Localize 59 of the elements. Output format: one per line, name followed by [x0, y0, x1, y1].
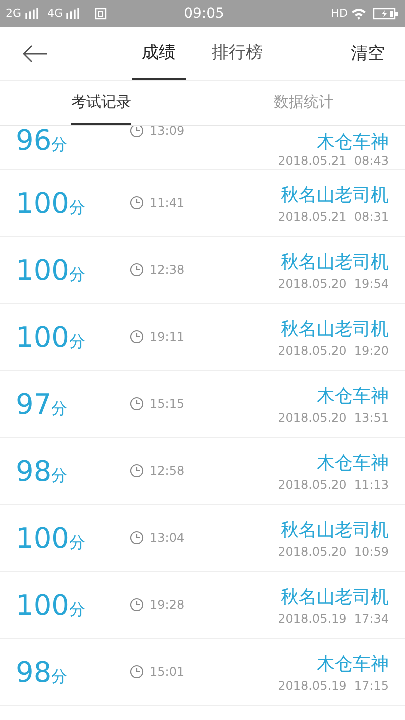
- score-value: 100分: [16, 254, 86, 286]
- record-datetime: 2018.05.20 11:13: [278, 478, 389, 492]
- player-name: 木仓车神: [317, 652, 389, 676]
- score-value: 97分: [16, 388, 69, 420]
- record-datetime: 2018.05.19 17:34: [278, 612, 389, 626]
- duration-text: 13:04: [150, 531, 185, 545]
- score-value: 100分: [16, 588, 86, 622]
- clock-time: 09:05: [184, 6, 224, 22]
- duration-text: 13:09: [150, 126, 185, 138]
- clock-icon: [130, 464, 144, 478]
- clock-icon: [130, 598, 144, 612]
- clock-icon: [130, 531, 144, 545]
- record-datetime: 2018.05.21 08:43: [278, 154, 389, 168]
- record-datetime: 2018.05.20 10:59: [278, 544, 389, 558]
- wifi-icon: [351, 8, 367, 20]
- player-name: 秋名山老司机: [281, 518, 389, 542]
- header-tab[interactable]: 排行榜: [202, 27, 273, 80]
- duration-text: 19:28: [150, 598, 185, 612]
- duration-text: 19:11: [150, 330, 185, 344]
- duration-text: 12:38: [150, 263, 185, 277]
- score-value: 98分: [16, 656, 69, 688]
- network-label: 2G: [6, 7, 22, 20]
- score-value: 100分: [16, 320, 86, 354]
- duration-text: 11:41: [150, 196, 185, 210]
- back-arrow-icon: [22, 44, 48, 64]
- player-name: 秋名山老司机: [281, 250, 389, 274]
- record-datetime: 2018.05.20 19:20: [278, 344, 389, 358]
- clock-icon: [130, 126, 144, 138]
- score-value: 100分: [16, 186, 86, 220]
- duration-text: 15:01: [150, 665, 185, 679]
- player-name: 秋名山老司机: [281, 586, 389, 608]
- clear-button[interactable]: 清空: [331, 34, 405, 74]
- record-datetime: 2018.05.21 08:31: [278, 210, 389, 224]
- clock-icon: [130, 263, 144, 277]
- record-datetime: 2018.05.19 17:15: [278, 678, 389, 692]
- network-label: 4G: [48, 7, 64, 20]
- header-tab[interactable]: 成绩: [132, 27, 186, 80]
- signal-icon: [66, 8, 82, 19]
- signal-icon: [24, 8, 41, 19]
- record-datetime: 2018.05.20 19:54: [278, 276, 389, 290]
- player-name: 木仓车神: [317, 133, 389, 153]
- player-name: 木仓车神: [317, 384, 389, 408]
- duration-text: 12:58: [150, 464, 185, 478]
- score-value: 100分: [16, 522, 86, 554]
- score-value: 96分: [16, 126, 69, 157]
- score-value: 98分: [16, 454, 69, 488]
- clock-icon: [130, 196, 144, 210]
- duration-text: 15:15: [150, 397, 185, 411]
- clock-icon: [130, 397, 144, 411]
- record-datetime: 2018.05.20 13:51: [278, 410, 389, 424]
- player-name: 秋名山老司机: [281, 318, 389, 340]
- battery-icon: [373, 8, 399, 20]
- clock-icon: [130, 330, 144, 344]
- sub-tab[interactable]: 考试记录: [71, 81, 132, 125]
- hd-label: HD: [331, 7, 348, 20]
- player-name: 秋名山老司机: [281, 184, 389, 206]
- sim-icon: [95, 8, 108, 20]
- clock-icon: [130, 665, 144, 679]
- player-name: 木仓车神: [317, 452, 389, 474]
